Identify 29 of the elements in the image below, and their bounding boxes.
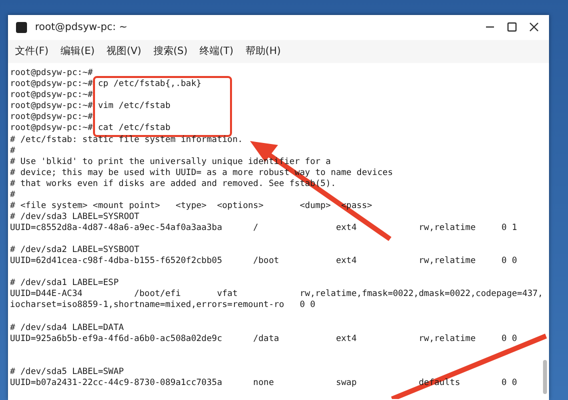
menu-item[interactable]: 文件(F) <box>15 44 49 58</box>
terminal-line: # /dev/sda3 LABEL=SYSROOT <box>10 212 140 223</box>
menu-item[interactable]: 帮助(H) <box>245 44 281 58</box>
terminal-line: UUID=c8552d8a-4d87-48a6-a9ec-54af0a3aa3ba / ext4 rw,relatime 0 1 <box>10 223 518 234</box>
terminal-line: root@pdsyw-pc:~# <box>10 90 94 102</box>
terminal-line: root@pdsyw-pc:~# cat /etc/fstab <box>10 123 172 134</box>
terminal-line: root@pdsyw-pc:~# <box>10 68 94 80</box>
terminal-line: # <box>10 146 16 157</box>
terminal-line: # /dev/sda1 LABEL=ESP <box>10 278 120 290</box>
menu-item[interactable]: 搜索(S) <box>153 44 188 58</box>
window-title: root@pdsyw-pc: ~ <box>35 22 128 33</box>
terminal-line: # /dev/sda2 LABEL=SYSBOOT <box>10 245 140 256</box>
terminal-line: UUID=62d41cea-c98f-4dba-b155-f6520f2cbb05 /boot ext4 rw,relatime 0 0 <box>10 256 518 268</box>
terminal-line: UUID=925a6b5b-ef9a-4f6d-a6b0-ac508a02de9c /data ext4 rw,relatime 0 0 <box>10 334 518 345</box>
terminal-line: # /etc/fstab: static file system information. <box>10 134 244 146</box>
terminal-line: # /dev/sda5 LABEL=SWAP <box>10 366 125 378</box>
terminal-line: # /dev/sda4 LABEL=DATA <box>10 322 125 334</box>
terminal-line: root@pdsyw-pc:~# cp /etc/fstab{,.bak} <box>10 79 202 90</box>
menu-item[interactable]: 编辑(E) <box>60 44 95 58</box>
terminal-line: root@pdsyw-pc:~# vim /etc/fstab <box>10 101 172 112</box>
terminal-line: # <box>10 190 16 201</box>
menu-item[interactable]: 终端(T) <box>200 44 234 58</box>
scrollbar-thumb[interactable] <box>543 360 547 394</box>
terminal-line: root@pdsyw-pc:~# <box>10 112 94 124</box>
terminal-line: iocharset=iso8859-1,shortname=mixed,errors=remount-ro 0 0 <box>10 300 316 312</box>
terminal-line: UUID=D44E-AC34 /boot/efi vfat rw,relatime,fmask=0022,dmask=0022,codepage=437, <box>10 289 544 300</box>
maximize-icon[interactable] <box>505 20 519 34</box>
terminal-icon <box>16 22 27 33</box>
menu-item[interactable]: 视图(V) <box>106 44 142 58</box>
